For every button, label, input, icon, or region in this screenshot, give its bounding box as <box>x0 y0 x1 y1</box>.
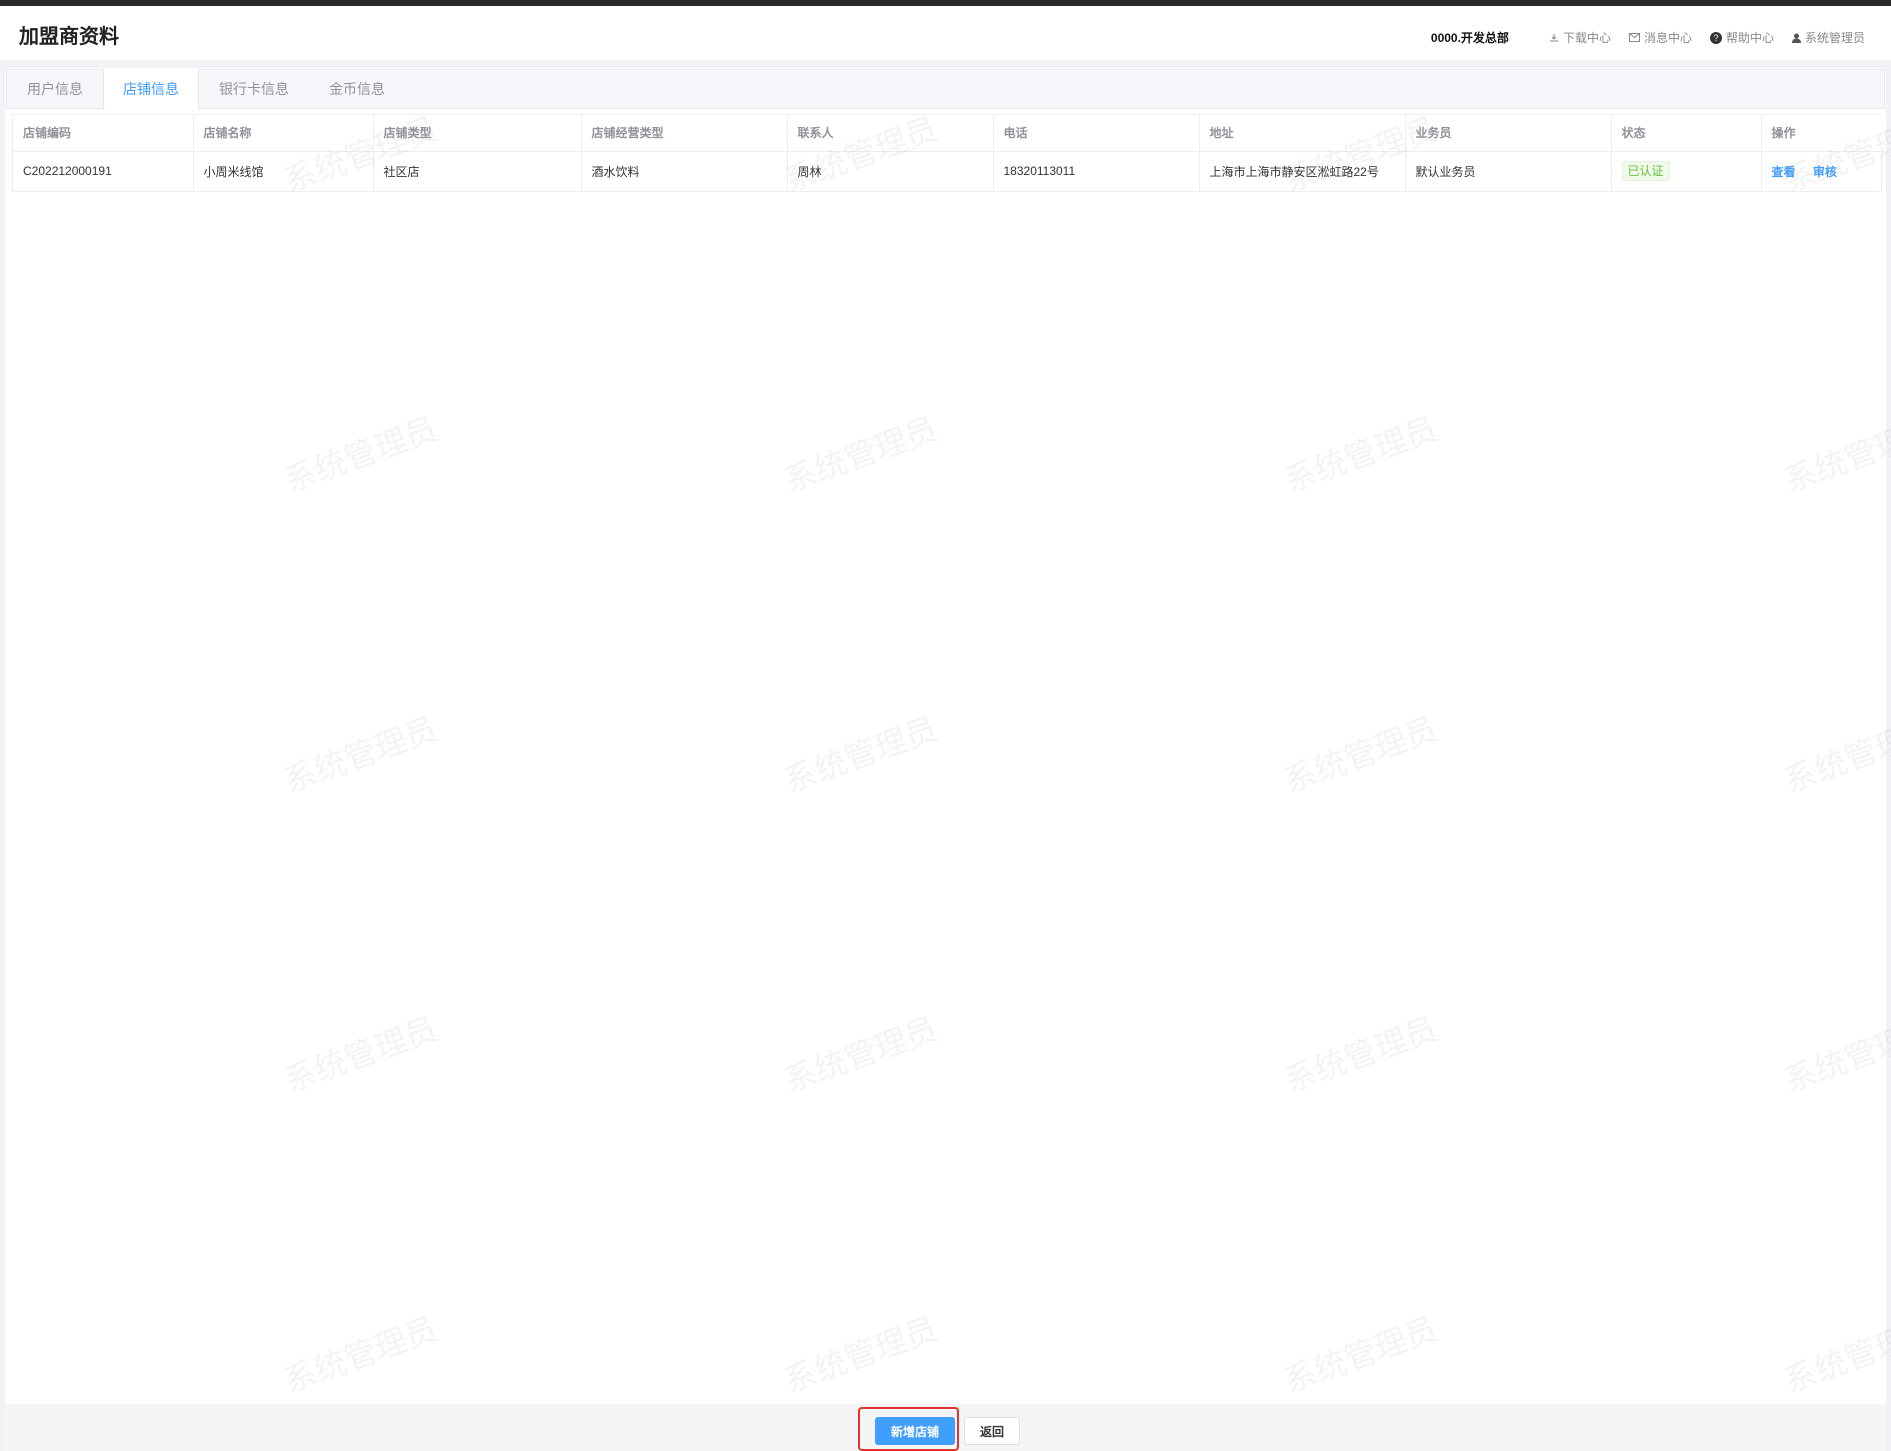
business-type-cell: 酒水饮料 <box>581 151 788 191</box>
column-header: 业务员 <box>1405 115 1612 152</box>
column-header: 店铺经营类型 <box>581 115 788 152</box>
user-name-label: 系统管理员 <box>1804 31 1865 45</box>
column-header: 状态 <box>1611 115 1762 152</box>
salesman-cell: 默认业务员 <box>1405 151 1612 191</box>
page-header: 加盟商资料 0000.开发总部 下载中心 消息中心 ? 帮助中心 系统管理员 <box>0 6 1891 60</box>
column-header: 店铺编码 <box>13 115 194 152</box>
tab-bar: 用户信息 店铺信息 银行卡信息 金币信息 <box>6 69 1885 110</box>
download-center-label: 下载中心 <box>1562 31 1611 45</box>
header-toolbar: 0000.开发总部 下载中心 消息中心 ? 帮助中心 系统管理员 <box>1431 29 1865 46</box>
review-link[interactable]: 审核 <box>1813 165 1837 179</box>
table-row: C202212000191 小周米线馆 社区店 酒水饮料 周林 18320113… <box>13 151 1883 191</box>
contact-cell: 周林 <box>787 151 994 191</box>
column-header: 联系人 <box>787 115 994 152</box>
user-menu-link[interactable]: 系统管理员 <box>1791 29 1865 46</box>
column-header: 店铺名称 <box>193 115 374 152</box>
download-icon <box>1549 33 1558 41</box>
mail-icon <box>1628 33 1640 42</box>
add-store-button[interactable]: 新增店铺 <box>875 1417 955 1445</box>
help-icon: ? <box>1709 31 1722 44</box>
help-center-label: 帮助中心 <box>1725 31 1774 45</box>
tab-coin-info[interactable]: 金币信息 <box>309 69 405 110</box>
page-title: 加盟商资料 <box>19 26 119 48</box>
back-button[interactable]: 返回 <box>964 1417 1020 1445</box>
store-code-cell: C202212000191 <box>13 151 194 191</box>
column-header: 电话 <box>993 115 1200 152</box>
table-shadow <box>5 198 1886 206</box>
footer-bar: 新增店铺 返回 <box>5 1404 1886 1451</box>
phone-cell: 18320113011 <box>993 151 1200 191</box>
message-center-label: 消息中心 <box>1643 31 1692 45</box>
tab-store-info[interactable]: 店铺信息 <box>103 69 199 110</box>
content-panel: 用户信息 店铺信息 银行卡信息 金币信息 店铺编码 店铺名称 店铺类型 店铺经营… <box>5 68 1886 1404</box>
status-cell: 已认证 <box>1611 151 1762 191</box>
store-table: 店铺编码 店铺名称 店铺类型 店铺经营类型 联系人 电话 地址 业务员 状态 操… <box>12 114 1883 192</box>
svg-text:?: ? <box>1713 33 1718 43</box>
column-header: 店铺类型 <box>373 115 582 152</box>
store-name-cell: 小周米线馆 <box>193 151 374 191</box>
download-center-link[interactable]: 下载中心 <box>1549 29 1611 46</box>
table-header-row: 店铺编码 店铺名称 店铺类型 店铺经营类型 联系人 电话 地址 业务员 状态 操… <box>13 115 1883 152</box>
view-link[interactable]: 查看 <box>1772 165 1796 179</box>
address-cell: 上海市上海市静安区淞虹路22号 <box>1199 151 1406 191</box>
status-badge: 已认证 <box>1621 161 1670 182</box>
actions-cell: 查看 审核 <box>1761 151 1883 191</box>
tab-user-info[interactable]: 用户信息 <box>7 69 103 110</box>
org-name[interactable]: 0000.开发总部 <box>1431 29 1509 46</box>
column-header: 操作 <box>1761 115 1883 152</box>
help-center-link[interactable]: ? 帮助中心 <box>1709 29 1774 46</box>
column-header: 地址 <box>1199 115 1406 152</box>
message-center-link[interactable]: 消息中心 <box>1628 29 1692 46</box>
tab-bank-card-info[interactable]: 银行卡信息 <box>199 69 309 110</box>
store-type-cell: 社区店 <box>373 151 582 191</box>
user-icon <box>1791 33 1801 43</box>
